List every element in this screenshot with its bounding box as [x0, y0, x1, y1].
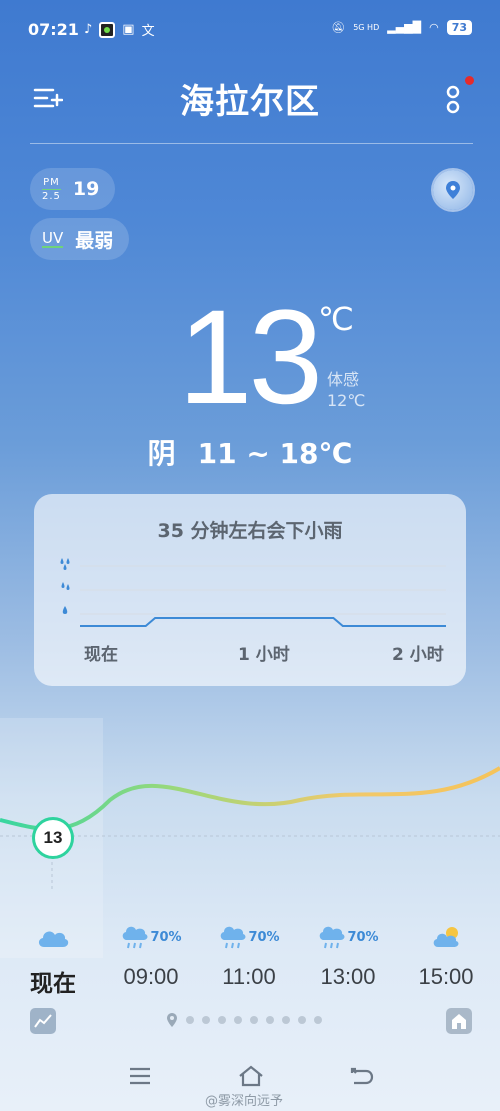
temperature-unit: ℃ [318, 300, 354, 338]
location-indicator-icon [167, 1013, 177, 1027]
page-dot [298, 1016, 306, 1024]
pm25-label: PM 2.5 [42, 176, 61, 202]
feels-like-value: 12℃ [327, 391, 366, 410]
battery-indicator: 73 [446, 20, 472, 35]
header-divider [30, 143, 473, 144]
wifi-icon: ◠ [429, 21, 439, 34]
condition-text: 阴 [147, 437, 176, 470]
tiktok-icon: ♪ [84, 22, 93, 37]
condition-row: 阴 11 ~ 18℃ [0, 432, 500, 472]
temp-range: 11 ~ 18℃ [197, 437, 353, 470]
partly-sunny-icon [433, 927, 459, 947]
precip-chance: 70% [248, 929, 280, 945]
page-dot [314, 1016, 322, 1024]
rain-cloud-icon [320, 926, 345, 949]
precip-scale [58, 556, 78, 624]
page-dot [282, 1016, 290, 1024]
rain-card-title: 35 分钟左右会下小雨 [157, 520, 343, 542]
signal-icon: ▂▄▆█ [387, 21, 422, 34]
rain-x-label-2h: 2 小时 [392, 645, 444, 665]
page-dot [250, 1016, 258, 1024]
pm25-pill[interactable]: PM 2.5 19 [30, 168, 116, 210]
rain-cloud-icon [221, 926, 246, 949]
rain-series-line [80, 617, 446, 627]
current-temp-marker: 13 [32, 817, 74, 859]
house-icon [452, 1014, 466, 1029]
current-temperature: 13 [178, 283, 323, 432]
temperature-trend-chart [0, 766, 500, 890]
uv-value: 最弱 [75, 229, 114, 252]
page-dot [266, 1016, 274, 1024]
more-button[interactable] [443, 82, 463, 116]
uv-pill[interactable]: UV 最弱 [30, 218, 130, 260]
home-nav-icon[interactable] [237, 1064, 265, 1088]
rain-x-label-now: 现在 [84, 645, 118, 665]
page-dot [234, 1016, 242, 1024]
temperature-trend-line [0, 766, 500, 831]
precip-chance: 70% [150, 929, 182, 945]
rain-forecast-card[interactable]: 35 分钟左右会下小雨 现在 1 小时 2 小时 [34, 494, 466, 686]
app-icon [99, 21, 116, 38]
page-dot [186, 1016, 194, 1024]
trend-button[interactable] [30, 1008, 56, 1034]
mute-icon: 🔕︎ [331, 21, 346, 34]
status-time: 07:21 [28, 20, 79, 39]
page-indicator[interactable] [166, 1012, 322, 1028]
precip-chance: 70% [347, 929, 379, 945]
hour-time: 09:00 [123, 964, 179, 989]
page-dot [202, 1016, 210, 1024]
watermark: @雾深向远予 [205, 1094, 284, 1109]
gift-icon: ▣ [122, 22, 135, 37]
hour-time: 现在 [30, 970, 76, 996]
hour-time: 11:00 [222, 964, 276, 989]
rain-cloud-icon [123, 926, 148, 949]
hour-item-1300[interactable]: 70% 13:00 [303, 920, 393, 990]
hour-item-now[interactable]: 现在 [8, 920, 98, 998]
status-notification-icons: ♪ ▣ 文 [84, 20, 155, 39]
hour-item-1500[interactable]: 15:00 [401, 920, 491, 990]
hour-time: 15:00 [418, 964, 474, 989]
rain-x-label-1h: 1 小时 [238, 645, 290, 665]
location-button[interactable] [433, 170, 473, 210]
hour-item-1100[interactable]: 70% 11:00 [204, 920, 294, 990]
hour-time: 13:00 [320, 964, 376, 989]
home-button[interactable] [446, 1008, 472, 1034]
uv-label: UV [42, 229, 64, 248]
recents-nav-icon[interactable] [128, 1066, 152, 1086]
hour-item-0900[interactable]: 70% 09:00 [106, 920, 196, 990]
network-label: 5G HD [353, 23, 380, 32]
heavy-rain-drops-icon [60, 558, 70, 570]
pm25-value: 19 [72, 178, 100, 200]
notification-dot [465, 76, 474, 85]
trend-chart-icon [34, 1014, 52, 1028]
location-pin-icon [446, 181, 460, 199]
medium-rain-drops-icon [61, 582, 70, 590]
feels-like-label: 体感 [327, 370, 360, 389]
status-right: 🔕︎ 5G HD ▂▄▆█ ◠ 73 [331, 20, 472, 35]
more-dots-icon [446, 85, 460, 114]
cloud-icon [38, 931, 69, 947]
rain-chart [80, 565, 446, 627]
city-title: 海拉尔区 [180, 82, 320, 122]
translate-icon: 文 [141, 24, 155, 39]
light-rain-drop-icon [62, 606, 68, 614]
page-dot [218, 1016, 226, 1024]
back-nav-icon[interactable] [350, 1066, 374, 1086]
